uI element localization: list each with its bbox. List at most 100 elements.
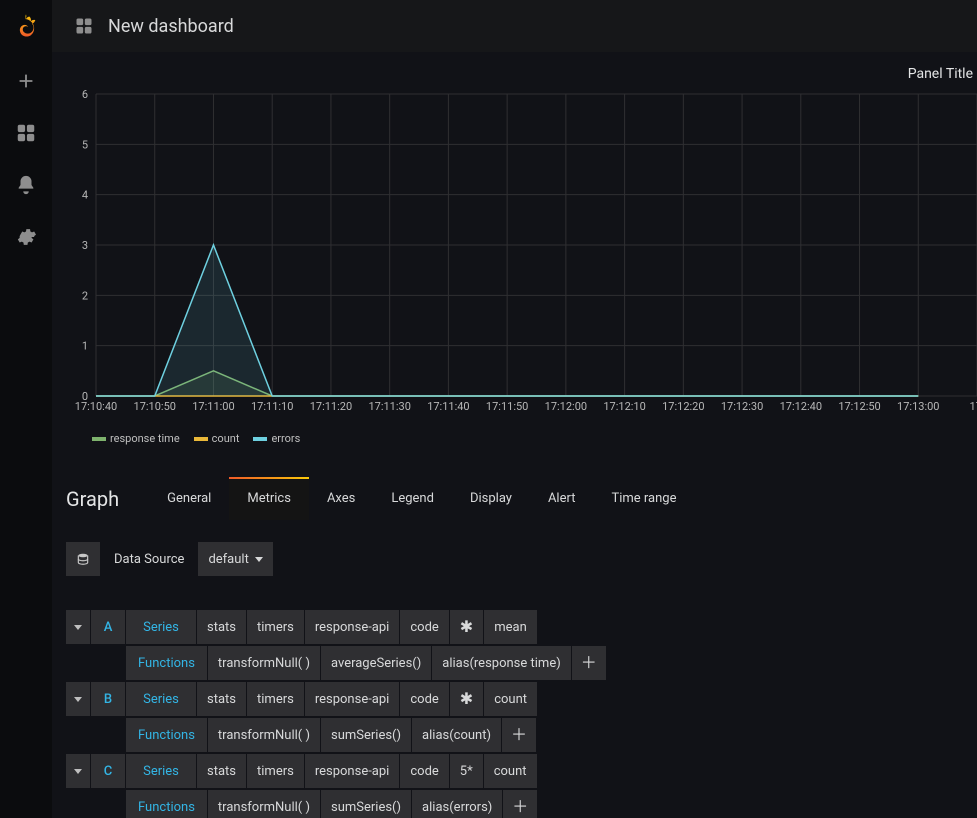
query-series-label: Series <box>126 682 196 716</box>
query-series-label: Series <box>126 610 196 644</box>
metric-segment[interactable]: code <box>400 682 448 716</box>
dashboard-top-bar: New dashboard <box>52 0 977 52</box>
datasource-selected-value: default <box>208 552 248 567</box>
metric-segment[interactable]: stats <box>197 754 246 788</box>
left-nav-rail <box>0 0 52 818</box>
query-row: BSeriesstatstimersresponse-apicode✱count <box>66 682 977 716</box>
metric-segment[interactable]: 5* <box>450 754 483 788</box>
svg-text:17:11:00: 17:11:00 <box>192 400 234 413</box>
query-functions-label: Functions <box>126 790 207 818</box>
add-function-button[interactable]: ＋ <box>502 718 536 752</box>
legend-item-response-time[interactable]: response time <box>92 432 180 445</box>
add-function-button[interactable]: ＋ <box>503 790 537 818</box>
function-segment[interactable]: transformNull( ) <box>208 790 320 818</box>
legend-item-errors[interactable]: errors <box>253 432 300 445</box>
svg-text:17:11:50: 17:11:50 <box>486 400 528 413</box>
function-segment[interactable]: alias(count) <box>412 718 501 752</box>
query-ref-id[interactable]: A <box>91 610 125 644</box>
datasource-select[interactable]: default <box>198 542 272 576</box>
metric-segment[interactable]: timers <box>247 610 304 644</box>
svg-text:5: 5 <box>82 138 88 151</box>
nav-create-icon[interactable] <box>15 70 37 96</box>
query-functions-row: FunctionstransformNull( )averageSeries()… <box>66 646 977 680</box>
function-segment[interactable]: transformNull( ) <box>208 646 320 680</box>
svg-text:17:12:00: 17:12:00 <box>545 400 587 413</box>
query-collapse-toggle[interactable] <box>66 682 90 716</box>
legend-swatch <box>92 437 106 441</box>
chevron-down-icon <box>255 557 263 562</box>
svg-text:1: 1 <box>82 340 88 353</box>
nav-alerting-icon[interactable] <box>15 174 37 200</box>
metric-segment[interactable]: response-api <box>305 754 400 788</box>
metric-segment[interactable]: stats <box>197 610 246 644</box>
query-series-label: Series <box>126 754 196 788</box>
svg-text:3: 3 <box>82 239 88 252</box>
legend-label: errors <box>271 432 300 445</box>
svg-text:17:10:50: 17:10:50 <box>134 400 176 413</box>
graph-panel[interactable]: 012345617:10:4017:10:5017:11:0017:11:101… <box>66 88 977 428</box>
query-functions-label: Functions <box>126 646 207 680</box>
query-functions-row: FunctionstransformNull( )sumSeries()alia… <box>66 790 977 818</box>
metric-segment[interactable]: count <box>484 682 537 716</box>
svg-text:17:11:20: 17:11:20 <box>310 400 352 413</box>
tab-axes[interactable]: Axes <box>309 477 373 520</box>
query-editor: ASeriesstatstimersresponse-apicode✱meanF… <box>66 610 977 818</box>
tab-alert[interactable]: Alert <box>530 477 594 520</box>
metric-segment[interactable]: count <box>484 754 537 788</box>
function-segment[interactable]: sumSeries() <box>321 790 411 818</box>
metric-segment[interactable]: code <box>400 754 448 788</box>
grafana-logo[interactable] <box>12 12 40 44</box>
svg-text:17:11:30: 17:11:30 <box>368 400 410 413</box>
function-segment[interactable]: sumSeries() <box>321 718 411 752</box>
svg-text:17:13:00: 17:13:00 <box>897 400 939 413</box>
metric-segment[interactable]: code <box>400 610 448 644</box>
metric-segment[interactable]: timers <box>247 754 304 788</box>
metric-segment[interactable]: stats <box>197 682 246 716</box>
tab-time-range[interactable]: Time range <box>593 477 694 520</box>
query-collapse-toggle[interactable] <box>66 610 90 644</box>
svg-text:17:11:10: 17:11:10 <box>251 400 293 413</box>
add-function-button[interactable]: ＋ <box>572 646 606 680</box>
function-segment[interactable]: alias(errors) <box>412 790 502 818</box>
tab-display[interactable]: Display <box>452 477 530 520</box>
query-collapse-toggle[interactable] <box>66 754 90 788</box>
metric-segment[interactable]: ✱ <box>450 682 483 716</box>
chart-canvas: 012345617:10:4017:10:5017:11:0017:11:101… <box>66 88 977 428</box>
query-functions-label: Functions <box>126 718 207 752</box>
svg-text:2: 2 <box>82 289 88 302</box>
query-ref-id[interactable]: B <box>91 682 125 716</box>
nav-dashboards-icon[interactable] <box>15 122 37 148</box>
legend-label: count <box>212 432 240 445</box>
nav-configuration-icon[interactable] <box>15 226 37 252</box>
metric-segment[interactable]: response-api <box>305 682 400 716</box>
function-segment[interactable]: alias(response time) <box>432 646 570 680</box>
tab-general[interactable]: General <box>149 477 229 520</box>
datasource-bar: Data Source default <box>66 542 977 576</box>
svg-text:17:12:40: 17:12:40 <box>780 400 822 413</box>
datasource-label: Data Source <box>114 552 184 567</box>
svg-text:6: 6 <box>82 88 88 101</box>
legend-label: response time <box>110 432 180 445</box>
dashboard-title[interactable]: New dashboard <box>108 16 234 37</box>
metric-segment[interactable]: mean <box>484 610 537 644</box>
dashboards-icon <box>74 16 94 36</box>
tab-legend[interactable]: Legend <box>373 477 452 520</box>
main-content: Panel Title 012345617:10:4017:10:5017:11… <box>52 52 977 818</box>
query-row: ASeriesstatstimersresponse-apicode✱mean <box>66 610 977 644</box>
svg-text:17:: 17: <box>969 400 977 413</box>
function-segment[interactable]: transformNull( ) <box>208 718 320 752</box>
panel-title[interactable]: Panel Title <box>66 66 977 82</box>
panel-type-label: Graph <box>66 487 119 511</box>
legend-item-count[interactable]: count <box>194 432 240 445</box>
metric-segment[interactable]: ✱ <box>450 610 483 644</box>
svg-text:17:12:50: 17:12:50 <box>838 400 880 413</box>
svg-text:17:12:30: 17:12:30 <box>721 400 763 413</box>
metric-segment[interactable]: timers <box>247 682 304 716</box>
query-functions-row: FunctionstransformNull( )sumSeries()alia… <box>66 718 977 752</box>
query-ref-id[interactable]: C <box>91 754 125 788</box>
metric-segment[interactable]: response-api <box>305 610 400 644</box>
svg-text:17:10:40: 17:10:40 <box>75 400 117 413</box>
tab-metrics[interactable]: Metrics <box>229 477 309 520</box>
graph-legend: response time count errors <box>66 428 977 445</box>
function-segment[interactable]: averageSeries() <box>321 646 431 680</box>
